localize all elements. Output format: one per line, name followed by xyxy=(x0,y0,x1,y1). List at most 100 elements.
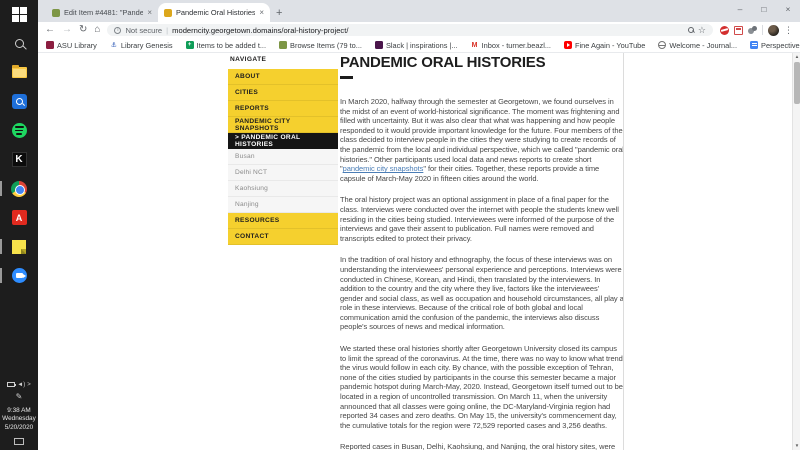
tab-close-icon[interactable]: × xyxy=(147,8,152,17)
tab-edit-item[interactable]: Edit Item #4481: "Pandemic Oral × xyxy=(46,3,158,22)
bookmark-perspectives[interactable]: Perspectives - COVI... xyxy=(750,41,800,50)
page-title: PANDEMIC ORAL HISTORIES xyxy=(340,54,624,71)
clock-day: Wednesday xyxy=(2,415,36,424)
bookmark-label: Fine Again - YouTube xyxy=(575,41,645,50)
bookmark-label: Library Genesis xyxy=(121,41,173,50)
profile-avatar[interactable] xyxy=(768,25,779,36)
tray-chevron-icon[interactable]: > xyxy=(27,382,31,388)
title-underline xyxy=(340,76,353,79)
volume-icon[interactable]: ◄) xyxy=(17,382,25,388)
forward-icon[interactable]: → xyxy=(62,23,72,37)
google-sheet-icon: + xyxy=(186,41,194,49)
nav-item-reports[interactable]: REPORTS xyxy=(228,101,338,117)
tab-pandemic-oral-histories[interactable]: Pandemic Oral Histories – Appro × xyxy=(158,3,270,22)
reader-app-button[interactable]: K xyxy=(0,145,38,174)
omeka-favicon xyxy=(52,9,60,17)
zoom-magnifier-icon[interactable] xyxy=(688,27,694,33)
show-desktop-button[interactable] xyxy=(14,438,24,445)
search-app-button[interactable] xyxy=(0,87,38,116)
window-controls: – □ × xyxy=(728,0,800,20)
acrobat-icon: A xyxy=(12,210,27,225)
url-separator: | xyxy=(166,26,168,35)
windows-logo-icon xyxy=(12,7,27,22)
nav-item-delhi-nct[interactable]: Delhi NCT xyxy=(228,165,338,181)
taskbar-clock[interactable]: 9:38 AM Wednesday 5/20/2020 xyxy=(2,407,36,433)
close-button[interactable]: × xyxy=(776,0,800,20)
nav-item-about[interactable]: ABOUT xyxy=(228,69,338,85)
nav-item-cities[interactable]: CITIES xyxy=(228,85,338,101)
acrobat-button[interactable]: A xyxy=(0,203,38,232)
tab-close-icon[interactable]: × xyxy=(259,8,264,17)
omeka-icon xyxy=(279,41,287,49)
nav-item-pandemic-oral-histories-active[interactable]: > PANDEMIC ORAL HISTORIES xyxy=(228,133,338,149)
folder-icon xyxy=(12,67,27,78)
paragraph-reported-cases: Reported cases in Busan, Delhi, Kaohsiun… xyxy=(340,442,624,450)
bookmark-welcome-journal[interactable]: Welcome - Journal... xyxy=(658,41,737,50)
library-genesis-icon: ⚓ xyxy=(110,41,118,49)
bookmark-asu-library[interactable]: ASU Library xyxy=(46,41,97,50)
extension-icon[interactable] xyxy=(734,26,743,35)
start-button[interactable] xyxy=(0,0,38,29)
minimize-button[interactable]: – xyxy=(728,0,752,20)
nav-item-pandemic-city-snapshots[interactable]: PANDEMIC CITY SNAPSHOTS xyxy=(228,117,338,133)
zoom-button[interactable] xyxy=(0,261,38,290)
new-tab-button[interactable]: + xyxy=(276,4,282,22)
adblock-extension-icon[interactable] xyxy=(720,26,729,35)
bookmark-label: Perspectives - COVI... xyxy=(761,41,800,50)
search-icon xyxy=(15,39,24,48)
bookmark-youtube[interactable]: Fine Again - YouTube xyxy=(564,41,645,50)
sticky-notes-button[interactable] xyxy=(0,232,38,261)
paragraph-tradition: In the tradition of oral history and eth… xyxy=(340,255,624,332)
bookmark-library-genesis[interactable]: ⚓Library Genesis xyxy=(110,41,173,50)
nav-item-nanjing[interactable]: Nanjing xyxy=(228,197,338,213)
toolbar-divider xyxy=(762,25,763,35)
page-scrollbar[interactable]: ▲ ▼ xyxy=(792,53,800,450)
webpage: NAVIGATE ABOUT CITIES REPORTS PANDEMIC C… xyxy=(38,53,800,450)
bookmark-items-to-add[interactable]: +Items to be added t... xyxy=(186,41,266,50)
info-icon[interactable]: i xyxy=(114,27,121,34)
slack-icon xyxy=(375,41,383,49)
bookmark-browse-items[interactable]: Browse Items (79 to... xyxy=(279,41,362,50)
nav-item-contact[interactable]: CONTACT xyxy=(228,229,338,245)
chrome-menu-icon[interactable]: ⋮ xyxy=(784,25,793,36)
battery-icon[interactable] xyxy=(7,382,15,387)
bookmark-label: Slack | inspirations |... xyxy=(386,41,458,50)
running-indicator xyxy=(0,181,2,196)
taskbar-search-button[interactable] xyxy=(0,29,38,58)
nav-item-resources[interactable]: RESOURCES xyxy=(228,213,338,229)
bookmark-label: Welcome - Journal... xyxy=(669,41,737,50)
scrollbar-up-icon[interactable]: ▲ xyxy=(793,53,800,61)
tab-title: Edit Item #4481: "Pandemic Oral xyxy=(64,8,143,17)
bookmark-slack[interactable]: Slack | inspirations |... xyxy=(375,41,458,50)
bookmark-star-icon[interactable]: ☆ xyxy=(698,25,706,36)
extension-icon[interactable] xyxy=(748,26,757,35)
article-content: PANDEMIC ORAL HISTORIES In March 2020, h… xyxy=(340,54,624,450)
chrome-icon xyxy=(11,181,27,197)
bookmark-label: Browse Items (79 to... xyxy=(290,41,362,50)
home-icon[interactable]: ⌂ xyxy=(94,23,100,37)
nav-item-busan[interactable]: Busan xyxy=(228,149,338,165)
blue-search-app-icon xyxy=(12,94,27,109)
running-indicator xyxy=(0,268,2,283)
scrollbar-thumb[interactable] xyxy=(794,62,800,104)
reload-icon[interactable]: ↻ xyxy=(79,23,87,37)
tab-title: Pandemic Oral Histories – Appro xyxy=(176,8,255,17)
maximize-button[interactable]: □ xyxy=(752,0,776,20)
back-icon[interactable]: ← xyxy=(45,23,55,37)
security-label: Not secure xyxy=(125,26,162,35)
file-explorer-button[interactable] xyxy=(0,58,38,87)
nav-item-kaohsiung[interactable]: Kaohsiung xyxy=(228,181,338,197)
scrollbar-down-icon[interactable]: ▼ xyxy=(793,442,800,450)
bookmark-label: Items to be added t... xyxy=(197,41,266,50)
pandemic-city-snapshots-link[interactable]: pandemic city snapshots xyxy=(343,164,424,173)
site-navigation: NAVIGATE ABOUT CITIES REPORTS PANDEMIC C… xyxy=(228,56,338,245)
chrome-window: Edit Item #4481: "Pandemic Oral × Pandem… xyxy=(38,0,800,450)
windows-taskbar: K A ◄) > ✎ 9:38 AM Wednesday xyxy=(0,0,38,450)
spotify-button[interactable] xyxy=(0,116,38,145)
address-bar[interactable]: i Not secure | moderncity.georgetown.dom… xyxy=(107,24,713,36)
content-edge-divider xyxy=(623,53,624,450)
chrome-button[interactable] xyxy=(0,174,38,203)
bookmark-inbox[interactable]: MInbox - turner.beazl... xyxy=(471,41,551,50)
windows-ink-icon[interactable]: ✎ xyxy=(16,392,23,404)
spotify-icon xyxy=(12,123,27,138)
